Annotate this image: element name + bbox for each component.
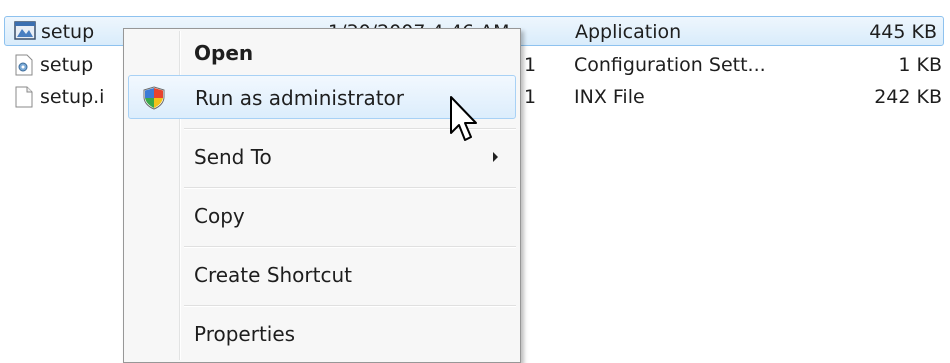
- file-size: 242 KB: [874, 86, 942, 108]
- menu-item-copy[interactable]: Copy: [128, 194, 516, 238]
- menu-separator: [184, 246, 516, 248]
- file-type: Configuration Sett...: [574, 54, 766, 76]
- context-menu: Open Run as administrator Send To Copy C…: [123, 28, 521, 363]
- menu-separator: [184, 187, 516, 189]
- file-name: setup.i: [40, 86, 105, 108]
- file-icon: [15, 86, 33, 108]
- file-name: setup: [41, 21, 95, 43]
- menu-item-create-shortcut[interactable]: Create Shortcut: [128, 253, 516, 297]
- file-size: 445 KB: [869, 21, 937, 43]
- mouse-cursor-icon: [450, 96, 477, 141]
- file-type: INX File: [574, 86, 645, 108]
- menu-item-label: Open: [194, 41, 254, 65]
- file-name: setup: [40, 54, 94, 76]
- file-type: Application: [575, 21, 682, 43]
- menu-item-label: Properties: [194, 322, 296, 346]
- config-file-icon: [15, 54, 33, 76]
- menu-separator: [184, 305, 516, 307]
- file-date: 1: [524, 54, 537, 76]
- application-icon: [14, 21, 36, 40]
- menu-item-properties[interactable]: Properties: [128, 312, 516, 356]
- menu-item-label: Create Shortcut: [194, 263, 352, 287]
- uac-shield-icon: [143, 86, 165, 110]
- file-date: 1: [524, 86, 537, 108]
- submenu-arrow-icon: [493, 152, 498, 162]
- menu-item-open[interactable]: Open: [128, 31, 516, 75]
- menu-item-label: Send To: [194, 145, 272, 169]
- menu-item-label: Copy: [194, 204, 245, 228]
- menu-item-label: Run as administrator: [195, 86, 405, 110]
- file-size: 1 KB: [898, 54, 942, 76]
